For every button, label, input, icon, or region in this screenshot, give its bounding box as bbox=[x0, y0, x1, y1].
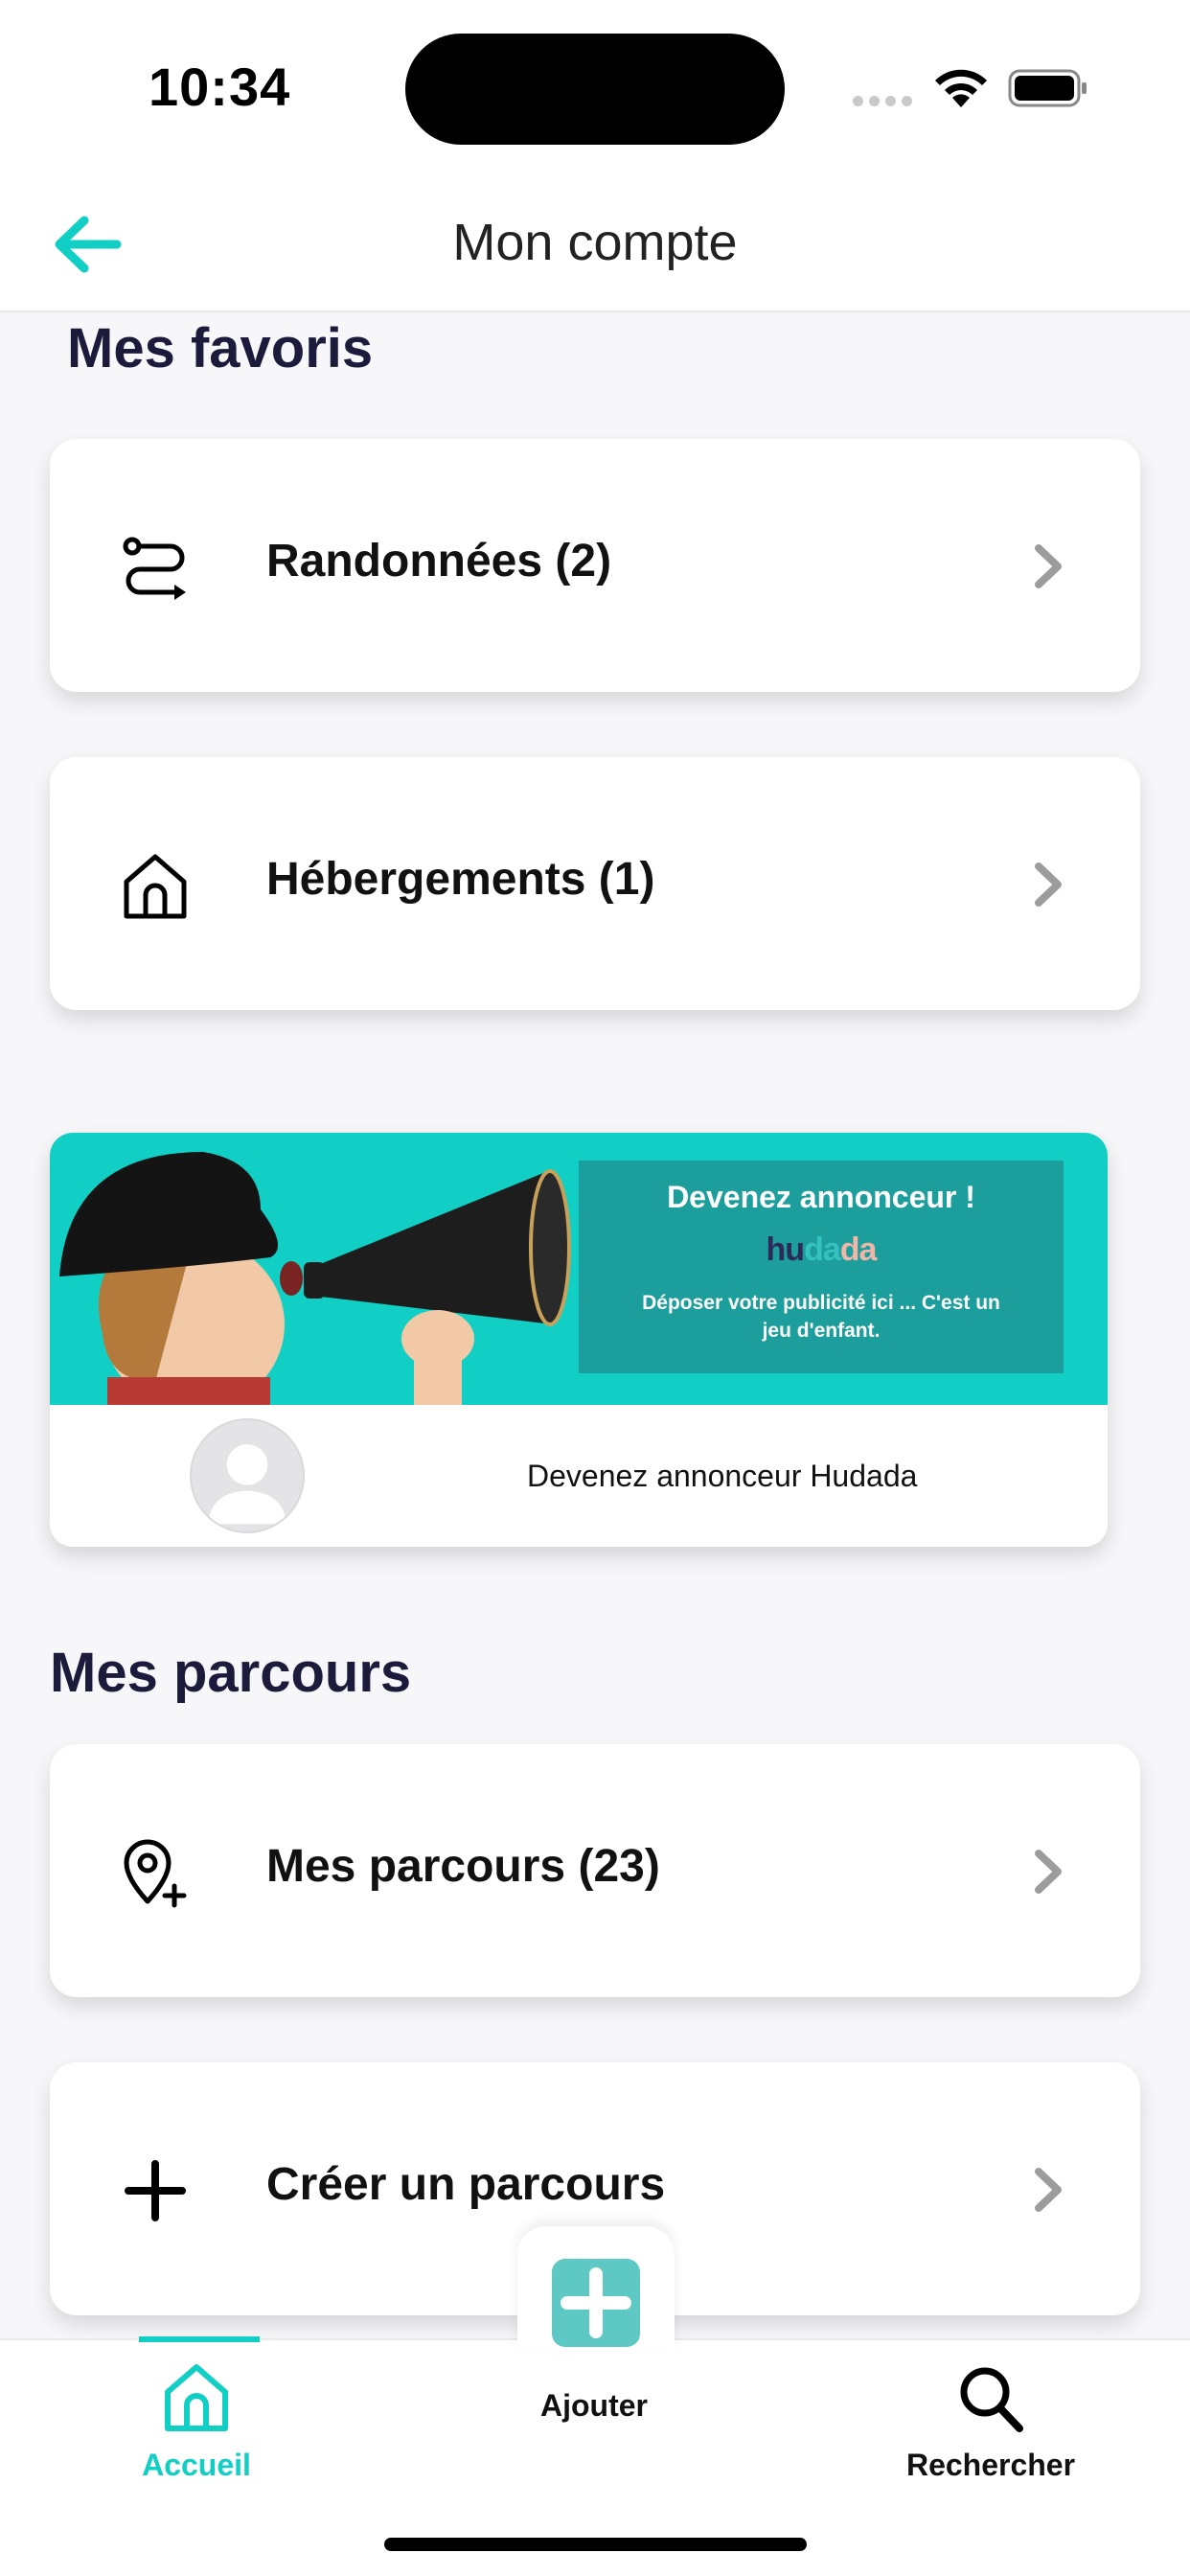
wifi-icon bbox=[935, 69, 987, 107]
search-icon bbox=[960, 2367, 1023, 2432]
my-routes-label: Mes parcours (23) bbox=[266, 1841, 660, 1892]
ad-text-panel: Devenez annonceur ! hudada Déposer votre… bbox=[579, 1161, 1064, 1373]
create-route-label: Créer un parcours bbox=[266, 2159, 666, 2210]
tab-home-label: Accueil bbox=[142, 2448, 251, 2482]
chevron-right-icon bbox=[1035, 2168, 1062, 2212]
home-indicator bbox=[384, 2538, 807, 2551]
app-header: Mon compte bbox=[0, 182, 1190, 312]
ad-caption: Devenez annonceur Hudada bbox=[527, 1459, 918, 1493]
active-tab-indicator bbox=[139, 2336, 260, 2342]
child-megaphone-illustration bbox=[59, 1152, 571, 1405]
favorites-hikes-card[interactable]: Randonnées (2) bbox=[50, 439, 1140, 692]
tab-home[interactable]: Accueil bbox=[115, 2340, 278, 2483]
chevron-right-icon bbox=[1035, 544, 1062, 588]
my-routes-card[interactable]: Mes parcours (23) bbox=[50, 1744, 1140, 1997]
favorites-lodging-card[interactable]: Hébergements (1) bbox=[50, 757, 1140, 1010]
status-time: 10:34 bbox=[149, 57, 291, 117]
status-bar: 10:34 bbox=[0, 0, 1190, 182]
add-button-label: Ajouter bbox=[540, 2388, 648, 2423]
tab-search[interactable]: Rechercher bbox=[891, 2340, 1090, 2483]
chevron-right-icon bbox=[1035, 862, 1062, 907]
avatar-placeholder-icon bbox=[190, 1418, 305, 1533]
dynamic-island bbox=[405, 34, 785, 145]
add-plus-icon bbox=[552, 2259, 640, 2347]
map-pin-plus-icon bbox=[124, 1839, 187, 1908]
favorites-lodging-label: Hébergements (1) bbox=[266, 854, 655, 905]
favorites-hikes-label: Randonnées (2) bbox=[266, 536, 612, 586]
house-icon bbox=[165, 2364, 228, 2431]
ad-footer: Devenez annonceur Hudada bbox=[50, 1405, 1108, 1547]
plus-icon bbox=[125, 2160, 186, 2221]
ad-subtext: Déposer votre publicité ici ... C'est un… bbox=[642, 1292, 1000, 1342]
ad-image: Devenez annonceur ! hudada Déposer votre… bbox=[50, 1133, 1108, 1405]
page-title: Mon compte bbox=[452, 214, 738, 271]
cellular-signal-icon bbox=[853, 96, 912, 107]
house-icon bbox=[124, 854, 187, 919]
routes-section-title: Mes parcours bbox=[50, 1642, 412, 1704]
favorites-section-title: Mes favoris bbox=[67, 317, 374, 380]
add-button[interactable] bbox=[517, 2226, 675, 2351]
ad-headline: Devenez annonceur ! bbox=[667, 1180, 975, 1214]
route-icon bbox=[123, 537, 186, 600]
battery-icon bbox=[1008, 69, 1087, 107]
chevron-right-icon bbox=[1035, 1850, 1062, 1894]
tab-search-label: Rechercher bbox=[905, 2448, 1076, 2482]
hudada-logo: hudada bbox=[766, 1231, 878, 1268]
advertiser-banner[interactable]: Devenez annonceur ! hudada Déposer votre… bbox=[50, 1133, 1108, 1547]
